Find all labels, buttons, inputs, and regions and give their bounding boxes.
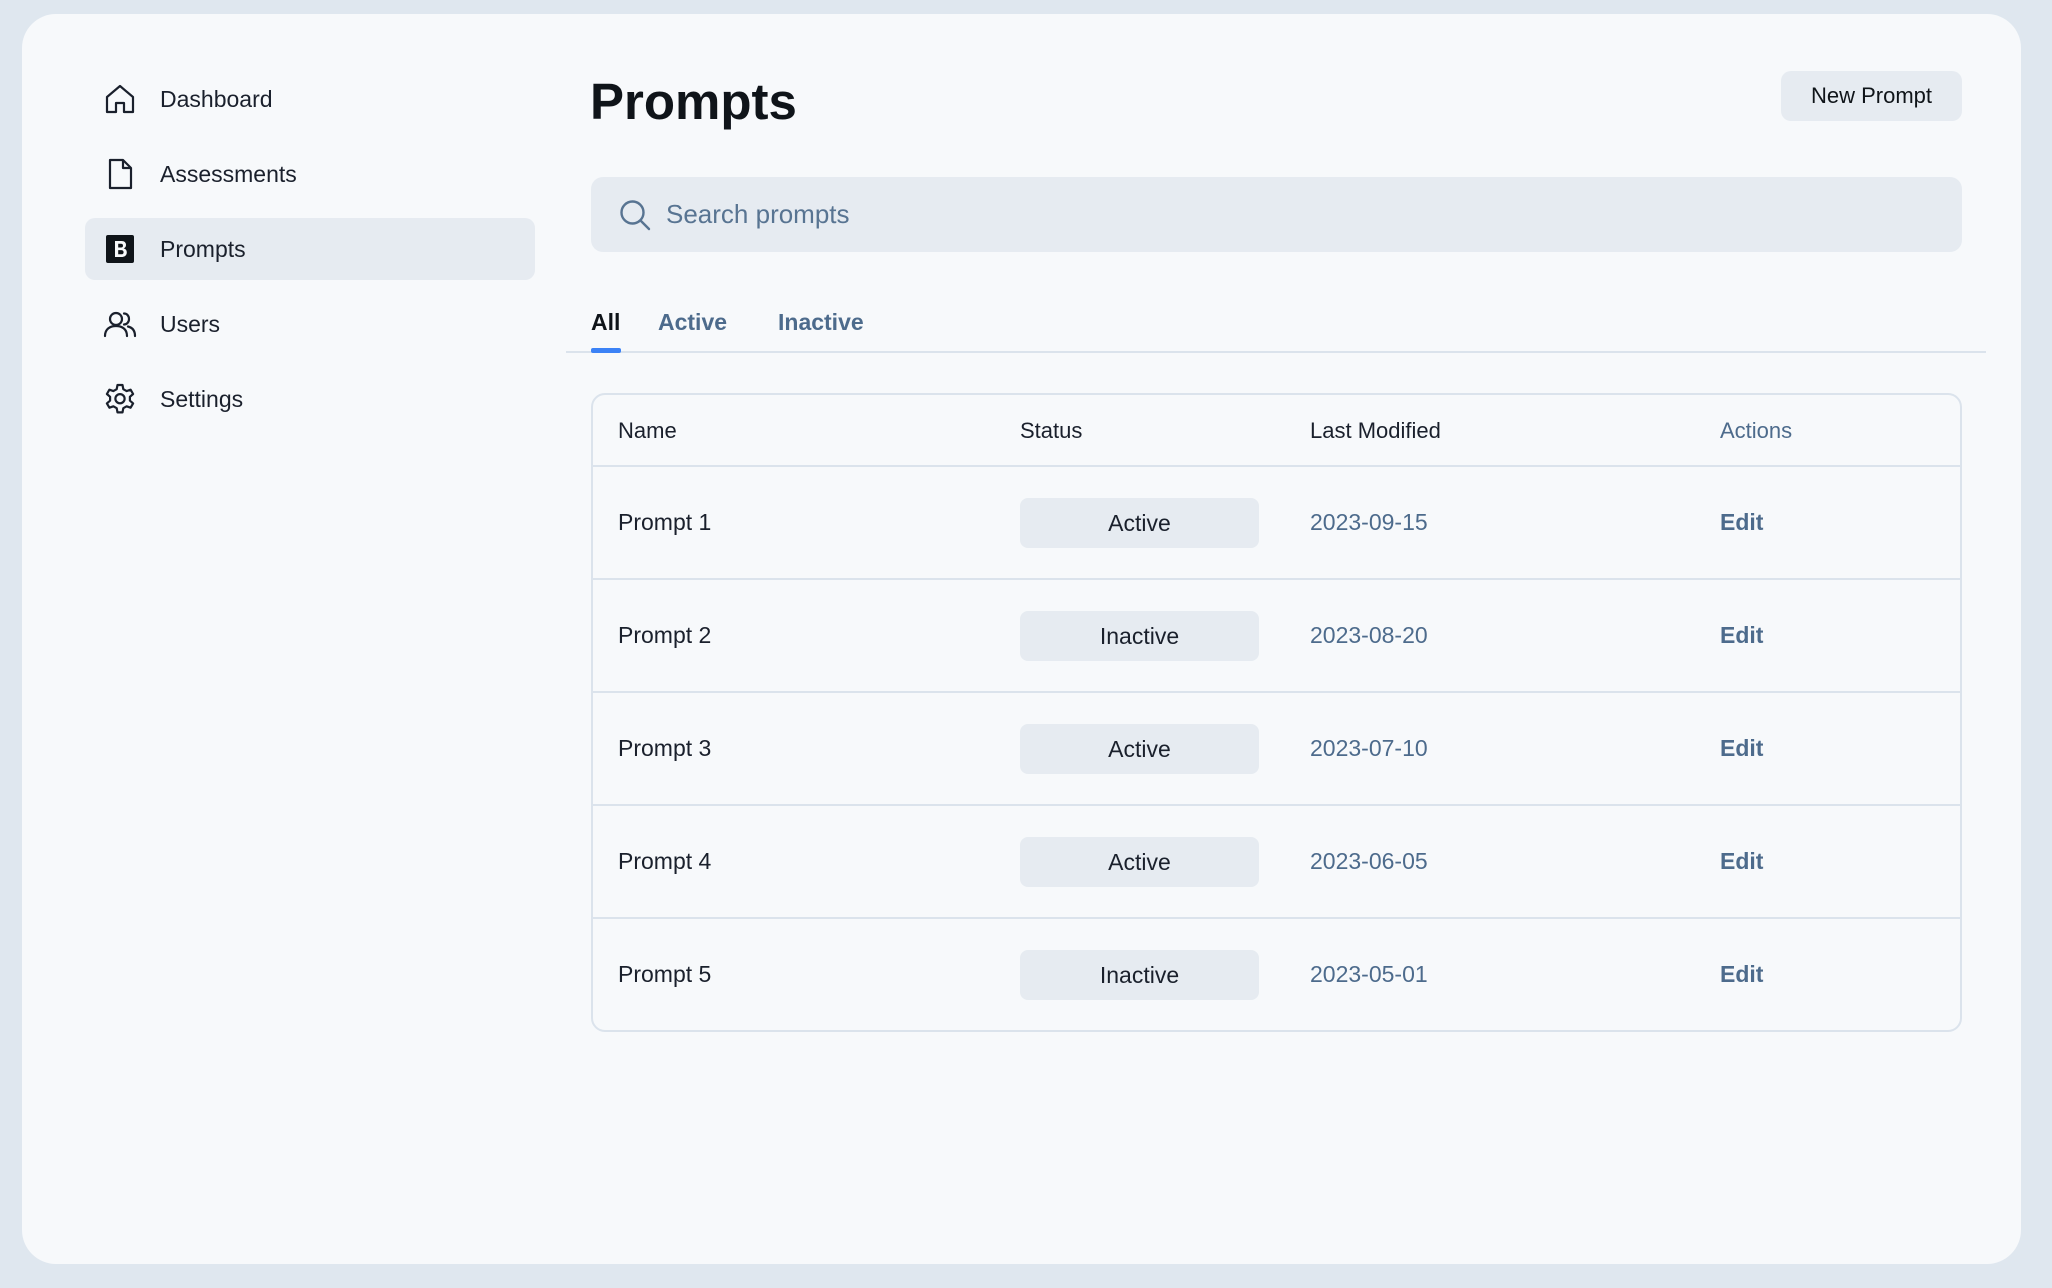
last-modified-date: 2023-09-15 bbox=[1310, 509, 1428, 535]
table-row: Prompt 2 Inactive 2023-08-20 Edit bbox=[593, 580, 1960, 693]
page-title: Prompts bbox=[590, 73, 797, 130]
table-row: Prompt 1 Active 2023-09-15 Edit bbox=[593, 467, 1960, 580]
last-modified-date: 2023-06-05 bbox=[1310, 848, 1428, 874]
edit-link[interactable]: Edit bbox=[1720, 806, 1763, 917]
status-badge: Active bbox=[1020, 724, 1259, 774]
search-input[interactable] bbox=[666, 177, 1936, 252]
last-modified-date: 2023-08-20 bbox=[1310, 622, 1428, 648]
gear-icon bbox=[103, 382, 137, 416]
status-badge: Active bbox=[1020, 498, 1259, 548]
sidebar-item-label: Prompts bbox=[160, 236, 246, 262]
prompt-name: Prompt 1 bbox=[618, 509, 712, 535]
home-icon bbox=[103, 82, 137, 116]
tab-inactive[interactable]: Inactive bbox=[778, 308, 864, 336]
tab-all[interactable]: All bbox=[591, 308, 620, 336]
table-row: Prompt 5 Inactive 2023-05-01 Edit bbox=[593, 919, 1960, 1030]
app-window: Dashboard Assessments Prompts Users Sett… bbox=[22, 14, 2021, 1264]
edit-link[interactable]: Edit bbox=[1720, 693, 1763, 804]
sidebar-item-dashboard[interactable]: Dashboard bbox=[85, 68, 535, 130]
sidebar-item-label: Users bbox=[160, 311, 221, 337]
tab-active[interactable]: Active bbox=[658, 308, 727, 336]
prompt-name: Prompt 2 bbox=[618, 622, 712, 648]
users-icon bbox=[103, 307, 137, 341]
search-icon bbox=[618, 198, 652, 232]
sidebar-item-label: Assessments bbox=[160, 161, 297, 187]
sidebar-item-users[interactable]: Users bbox=[85, 293, 535, 355]
last-modified-date: 2023-05-01 bbox=[1310, 961, 1428, 987]
status-badge: Inactive bbox=[1020, 611, 1259, 661]
sidebar-item-label: Settings bbox=[160, 386, 244, 412]
column-header-last-modified: Last Modified bbox=[1310, 418, 1441, 443]
edit-link[interactable]: Edit bbox=[1720, 580, 1763, 691]
column-header-actions: Actions bbox=[1720, 418, 1793, 443]
filter-tabs: All Active Inactive bbox=[566, 296, 1986, 353]
edit-link[interactable]: Edit bbox=[1720, 919, 1763, 1030]
sidebar-item-settings[interactable]: Settings bbox=[85, 368, 535, 430]
file-icon bbox=[103, 157, 137, 191]
status-badge: Active bbox=[1020, 837, 1259, 887]
prompts-table: Name Status Last Modified Actions Prompt… bbox=[591, 393, 1962, 1032]
new-prompt-button[interactable]: New Prompt bbox=[1781, 71, 1962, 121]
column-header-status: Status bbox=[1020, 418, 1083, 443]
prompt-name: Prompt 5 bbox=[618, 961, 712, 987]
status-badge: Inactive bbox=[1020, 950, 1259, 1000]
edit-link[interactable]: Edit bbox=[1720, 467, 1763, 578]
last-modified-date: 2023-07-10 bbox=[1310, 735, 1428, 761]
table-row: Prompt 4 Active 2023-06-05 Edit bbox=[593, 806, 1960, 919]
active-tab-indicator bbox=[591, 348, 621, 353]
table-header: Name Status Last Modified Actions bbox=[593, 395, 1960, 467]
sidebar-item-label: Dashboard bbox=[160, 86, 273, 112]
table-row: Prompt 3 Active 2023-07-10 Edit bbox=[593, 693, 1960, 806]
b-square-icon bbox=[103, 232, 137, 266]
prompt-name: Prompt 4 bbox=[618, 848, 712, 874]
prompt-name: Prompt 3 bbox=[618, 735, 712, 761]
search-bar bbox=[591, 177, 1962, 252]
sidebar-item-assessments[interactable]: Assessments bbox=[85, 143, 535, 205]
sidebar-item-prompts[interactable]: Prompts bbox=[85, 218, 535, 280]
column-header-name: Name bbox=[618, 418, 677, 443]
